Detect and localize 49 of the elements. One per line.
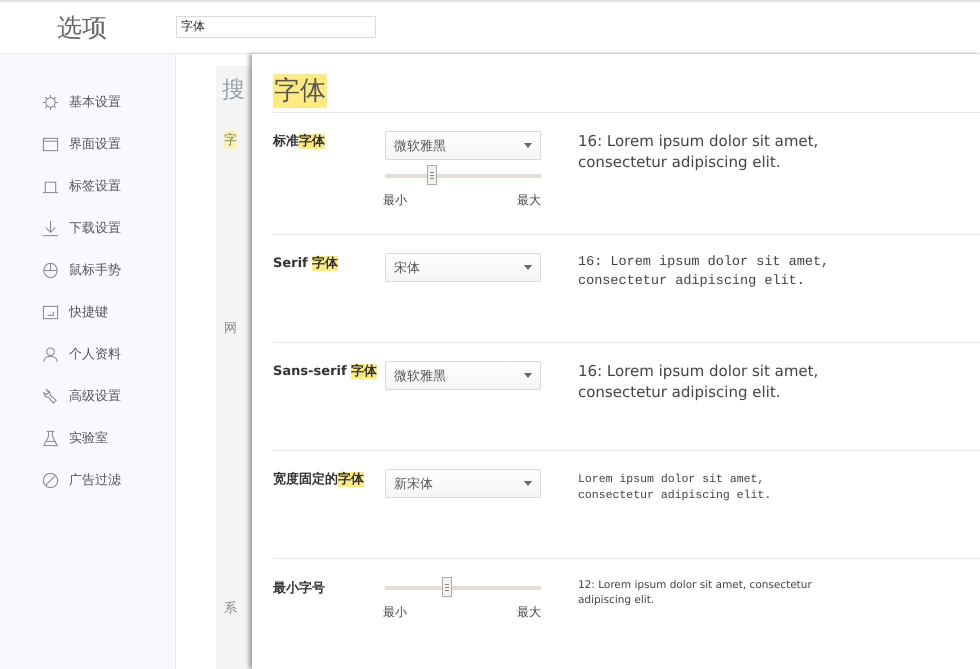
- background-heading: 搜: [222, 76, 245, 105]
- slider-min-label: 最小: [383, 604, 407, 621]
- flask-icon: [42, 430, 59, 446]
- setting-label: 标准字体: [273, 132, 326, 151]
- gear-icon: [42, 94, 59, 110]
- download-icon: [42, 220, 59, 236]
- sidebar-item[interactable]: 个人资料: [0, 333, 175, 375]
- background-match-text: 字: [224, 131, 237, 149]
- slider-handle[interactable]: [442, 577, 452, 597]
- setting-label: Sans-serif 字体: [273, 362, 378, 381]
- sidebar-item[interactable]: 下载设置: [0, 207, 175, 249]
- caret-icon: [524, 143, 532, 148]
- caret-icon: [524, 265, 532, 270]
- dialog-title: 字体: [273, 74, 327, 108]
- options-title: 选项: [56, 12, 108, 44]
- font-dropdown[interactable]: 新宋体: [385, 469, 541, 498]
- setting-label: 最小字号: [273, 580, 326, 598]
- setting-label: 宽度固定的字体: [273, 470, 365, 489]
- sidebar-item[interactable]: 实验室: [0, 417, 175, 459]
- wrench-icon: [42, 388, 59, 404]
- sidebar-item[interactable]: 高级设置: [0, 375, 175, 417]
- sidebar-item[interactable]: 快捷键: [0, 291, 175, 333]
- slider-handle[interactable]: [426, 165, 437, 185]
- font-preview: Lorem ipsum dolor sit amet, consectetur adipiscing elit.: [578, 472, 772, 504]
- font-dropdown[interactable]: 微软雅黑: [385, 131, 541, 160]
- slider-max-label: 最大: [517, 192, 541, 209]
- window-icon: [42, 136, 59, 152]
- slider-max-label: 最大: [517, 604, 541, 621]
- font-dropdown[interactable]: 微软雅黑: [385, 361, 541, 390]
- font-preview: 16: Lorem ipsum dolor sit amet, consectetur adipiscing elit.: [578, 131, 820, 173]
- font-preview: 12: Lorem ipsum dolor sit amet, consectetur adipiscing elit.: [578, 578, 813, 608]
- background-section-label: 系: [224, 600, 237, 617]
- sidebar-item[interactable]: 广告过滤: [0, 459, 175, 501]
- sidebar-item[interactable]: 基本设置: [0, 81, 175, 123]
- caret-icon: [524, 481, 532, 486]
- search-field[interactable]: 字体: [176, 16, 376, 38]
- sidebar-item[interactable]: 鼠标手势: [0, 249, 175, 291]
- slider-min-label: 最小: [383, 192, 407, 209]
- background-section-label: 网: [224, 320, 237, 337]
- font-dropdown[interactable]: 宋体: [385, 253, 541, 282]
- font-preview: 16: Lorem ipsum dolor sit amet, consectetur adipiscing elit.: [578, 254, 830, 291]
- sidebar-item[interactable]: 标签设置: [0, 165, 175, 207]
- font-preview: 16: Lorem ipsum dolor sit amet, consectetur adipiscing elit.: [578, 361, 820, 403]
- person-icon: [42, 346, 59, 362]
- block-icon: [42, 472, 59, 488]
- sidebar-item[interactable]: 界面设置: [0, 123, 175, 165]
- mouse-icon: [42, 262, 59, 278]
- caret-icon: [524, 373, 532, 378]
- setting-label: Serif 字体: [273, 254, 340, 273]
